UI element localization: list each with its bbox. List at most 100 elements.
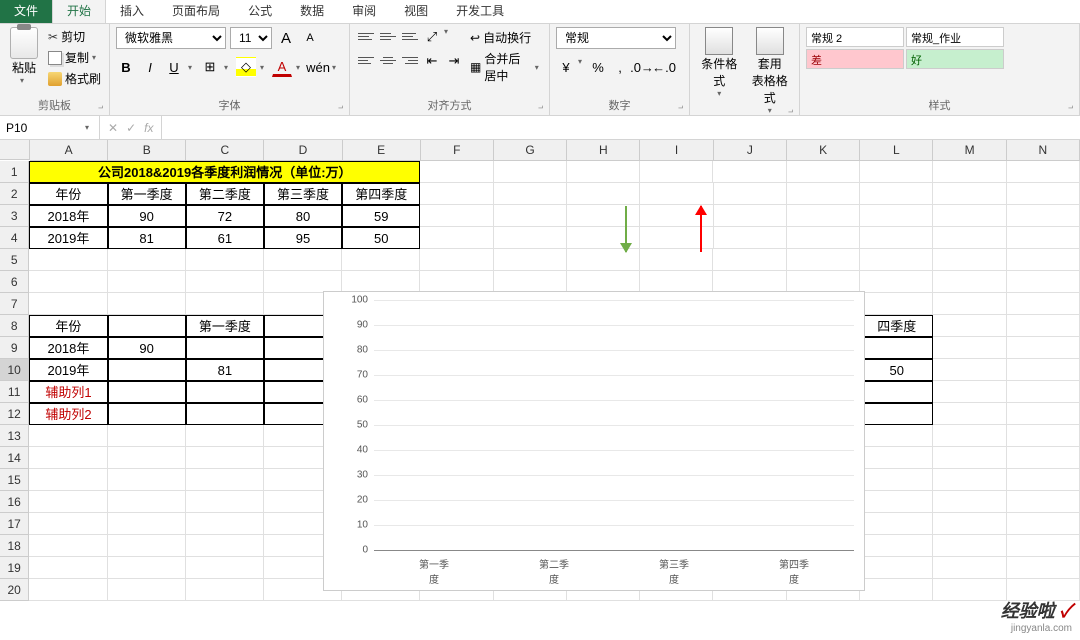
cell-A13[interactable]	[29, 425, 107, 447]
cell-L20[interactable]	[860, 579, 933, 601]
cell-M14[interactable]	[933, 447, 1006, 469]
align-left-button[interactable]	[356, 51, 376, 69]
cell-A3[interactable]: 2018年	[29, 205, 107, 227]
bold-button[interactable]: B	[116, 57, 136, 77]
cell-N6[interactable]	[1007, 271, 1080, 293]
col-header-C[interactable]: C	[186, 140, 264, 160]
cell-B17[interactable]	[108, 513, 186, 535]
cell-B11[interactable]	[108, 381, 186, 403]
cell-C3[interactable]: 72	[186, 205, 264, 227]
cell-N17[interactable]	[1007, 513, 1080, 535]
currency-button[interactable]: ¥	[556, 57, 576, 77]
cell-N8[interactable]	[1007, 315, 1080, 337]
cell-K4[interactable]	[787, 227, 860, 249]
cell-L1[interactable]	[860, 161, 933, 183]
cell-N1[interactable]	[1007, 161, 1080, 183]
font-color-button[interactable]: A	[272, 57, 292, 77]
cell-C14[interactable]	[186, 447, 264, 469]
col-header-M[interactable]: M	[933, 140, 1006, 160]
cell-L11[interactable]	[860, 381, 933, 403]
cell-A10[interactable]: 2019年	[29, 359, 107, 381]
cell-I4[interactable]	[640, 227, 713, 249]
cell-L15[interactable]	[860, 469, 933, 491]
down-arrow-shape[interactable]	[625, 206, 627, 252]
col-header-D[interactable]: D	[264, 140, 342, 160]
cell-L18[interactable]	[860, 535, 933, 557]
cell-N10[interactable]	[1007, 359, 1080, 381]
cell-N14[interactable]	[1007, 447, 1080, 469]
cell-C20[interactable]	[186, 579, 264, 601]
row-header-11[interactable]: 11	[0, 381, 29, 403]
cell-B6[interactable]	[108, 271, 186, 293]
cell-A14[interactable]	[29, 447, 107, 469]
cell-J6[interactable]	[713, 271, 786, 293]
row-header-2[interactable]: 2	[0, 183, 29, 205]
cell-C4[interactable]: 61	[186, 227, 264, 249]
cell-C11[interactable]	[186, 381, 264, 403]
cell-F4[interactable]	[420, 227, 493, 249]
cell-L12[interactable]	[860, 403, 933, 425]
tab-dev[interactable]: 开发工具	[442, 0, 518, 23]
cell-J2[interactable]	[714, 183, 787, 205]
cell-C15[interactable]	[186, 469, 264, 491]
row-header-5[interactable]: 5	[0, 249, 29, 271]
cell-I1[interactable]	[640, 161, 713, 183]
tab-data[interactable]: 数据	[286, 0, 338, 23]
number-format-select[interactable]: 常规	[556, 27, 676, 49]
cell-L3[interactable]	[860, 205, 933, 227]
row-header-8[interactable]: 8	[0, 315, 29, 337]
orientation-button[interactable]: ⤢	[422, 27, 442, 47]
cell-M1[interactable]	[933, 161, 1006, 183]
col-header-H[interactable]: H	[567, 140, 640, 160]
align-center-button[interactable]	[378, 51, 398, 69]
row-header-16[interactable]: 16	[0, 491, 29, 513]
style-cha[interactable]: 差	[806, 49, 904, 69]
row-header-17[interactable]: 17	[0, 513, 29, 535]
cell-A16[interactable]	[29, 491, 107, 513]
cell-M8[interactable]	[933, 315, 1006, 337]
cell-K3[interactable]	[787, 205, 860, 227]
cell-A9[interactable]: 2018年	[29, 337, 107, 359]
row-header-9[interactable]: 9	[0, 337, 29, 359]
cell-D2[interactable]: 第三季度	[264, 183, 342, 205]
col-header-E[interactable]: E	[343, 140, 421, 160]
cell-A2[interactable]: 年份	[29, 183, 107, 205]
cell-C7[interactable]	[186, 293, 264, 315]
cell-M20[interactable]	[933, 579, 1006, 601]
cell-B4[interactable]: 81	[108, 227, 186, 249]
style-zuoye[interactable]: 常规_作业	[906, 27, 1004, 47]
cell-B9[interactable]: 90	[108, 337, 186, 359]
cell-A4[interactable]: 2019年	[29, 227, 107, 249]
cell-L7[interactable]	[860, 293, 933, 315]
font-name-select[interactable]: 微软雅黑	[116, 27, 226, 49]
cell-B10[interactable]	[108, 359, 186, 381]
cell-L6[interactable]	[860, 271, 933, 293]
decrease-indent-button[interactable]: ⇤	[422, 51, 442, 71]
border-button[interactable]: ⊞	[200, 57, 220, 77]
row-header-3[interactable]: 3	[0, 205, 29, 227]
decrease-font-button[interactable]: A	[300, 28, 320, 48]
row-header-15[interactable]: 15	[0, 469, 29, 491]
cell-B15[interactable]	[108, 469, 186, 491]
cell-B13[interactable]	[108, 425, 186, 447]
cell-D4[interactable]: 95	[264, 227, 342, 249]
up-arrow-shape[interactable]	[700, 206, 702, 252]
cell-N19[interactable]	[1007, 557, 1080, 579]
cell-H3[interactable]	[567, 205, 640, 227]
col-header-I[interactable]: I	[640, 140, 713, 160]
cell-K6[interactable]	[787, 271, 860, 293]
row-header-19[interactable]: 19	[0, 557, 29, 579]
cell-A11[interactable]: 辅助列1	[29, 381, 107, 403]
cell-C10[interactable]: 81	[186, 359, 264, 381]
cell-L10[interactable]: 50	[860, 359, 933, 381]
cell-A7[interactable]	[29, 293, 107, 315]
fx-icon[interactable]: fx	[144, 121, 153, 135]
fill-color-button[interactable]: ◇	[236, 57, 256, 77]
cell-F3[interactable]	[420, 205, 493, 227]
cell-L17[interactable]	[860, 513, 933, 535]
cell-A18[interactable]	[29, 535, 107, 557]
cell-L9[interactable]	[860, 337, 933, 359]
font-size-select[interactable]: 11	[230, 27, 272, 49]
cell-N3[interactable]	[1007, 205, 1080, 227]
cell-A20[interactable]	[29, 579, 107, 601]
